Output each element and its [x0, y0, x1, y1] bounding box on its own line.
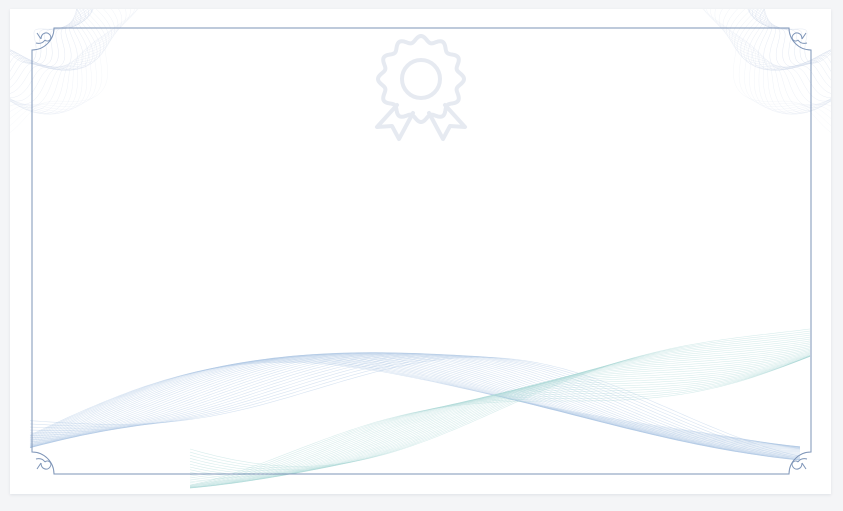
frame-border [31, 27, 812, 475]
certificate-frame [31, 27, 812, 475]
certificate-sheet [10, 9, 831, 494]
certificate-canvas [0, 0, 843, 511]
